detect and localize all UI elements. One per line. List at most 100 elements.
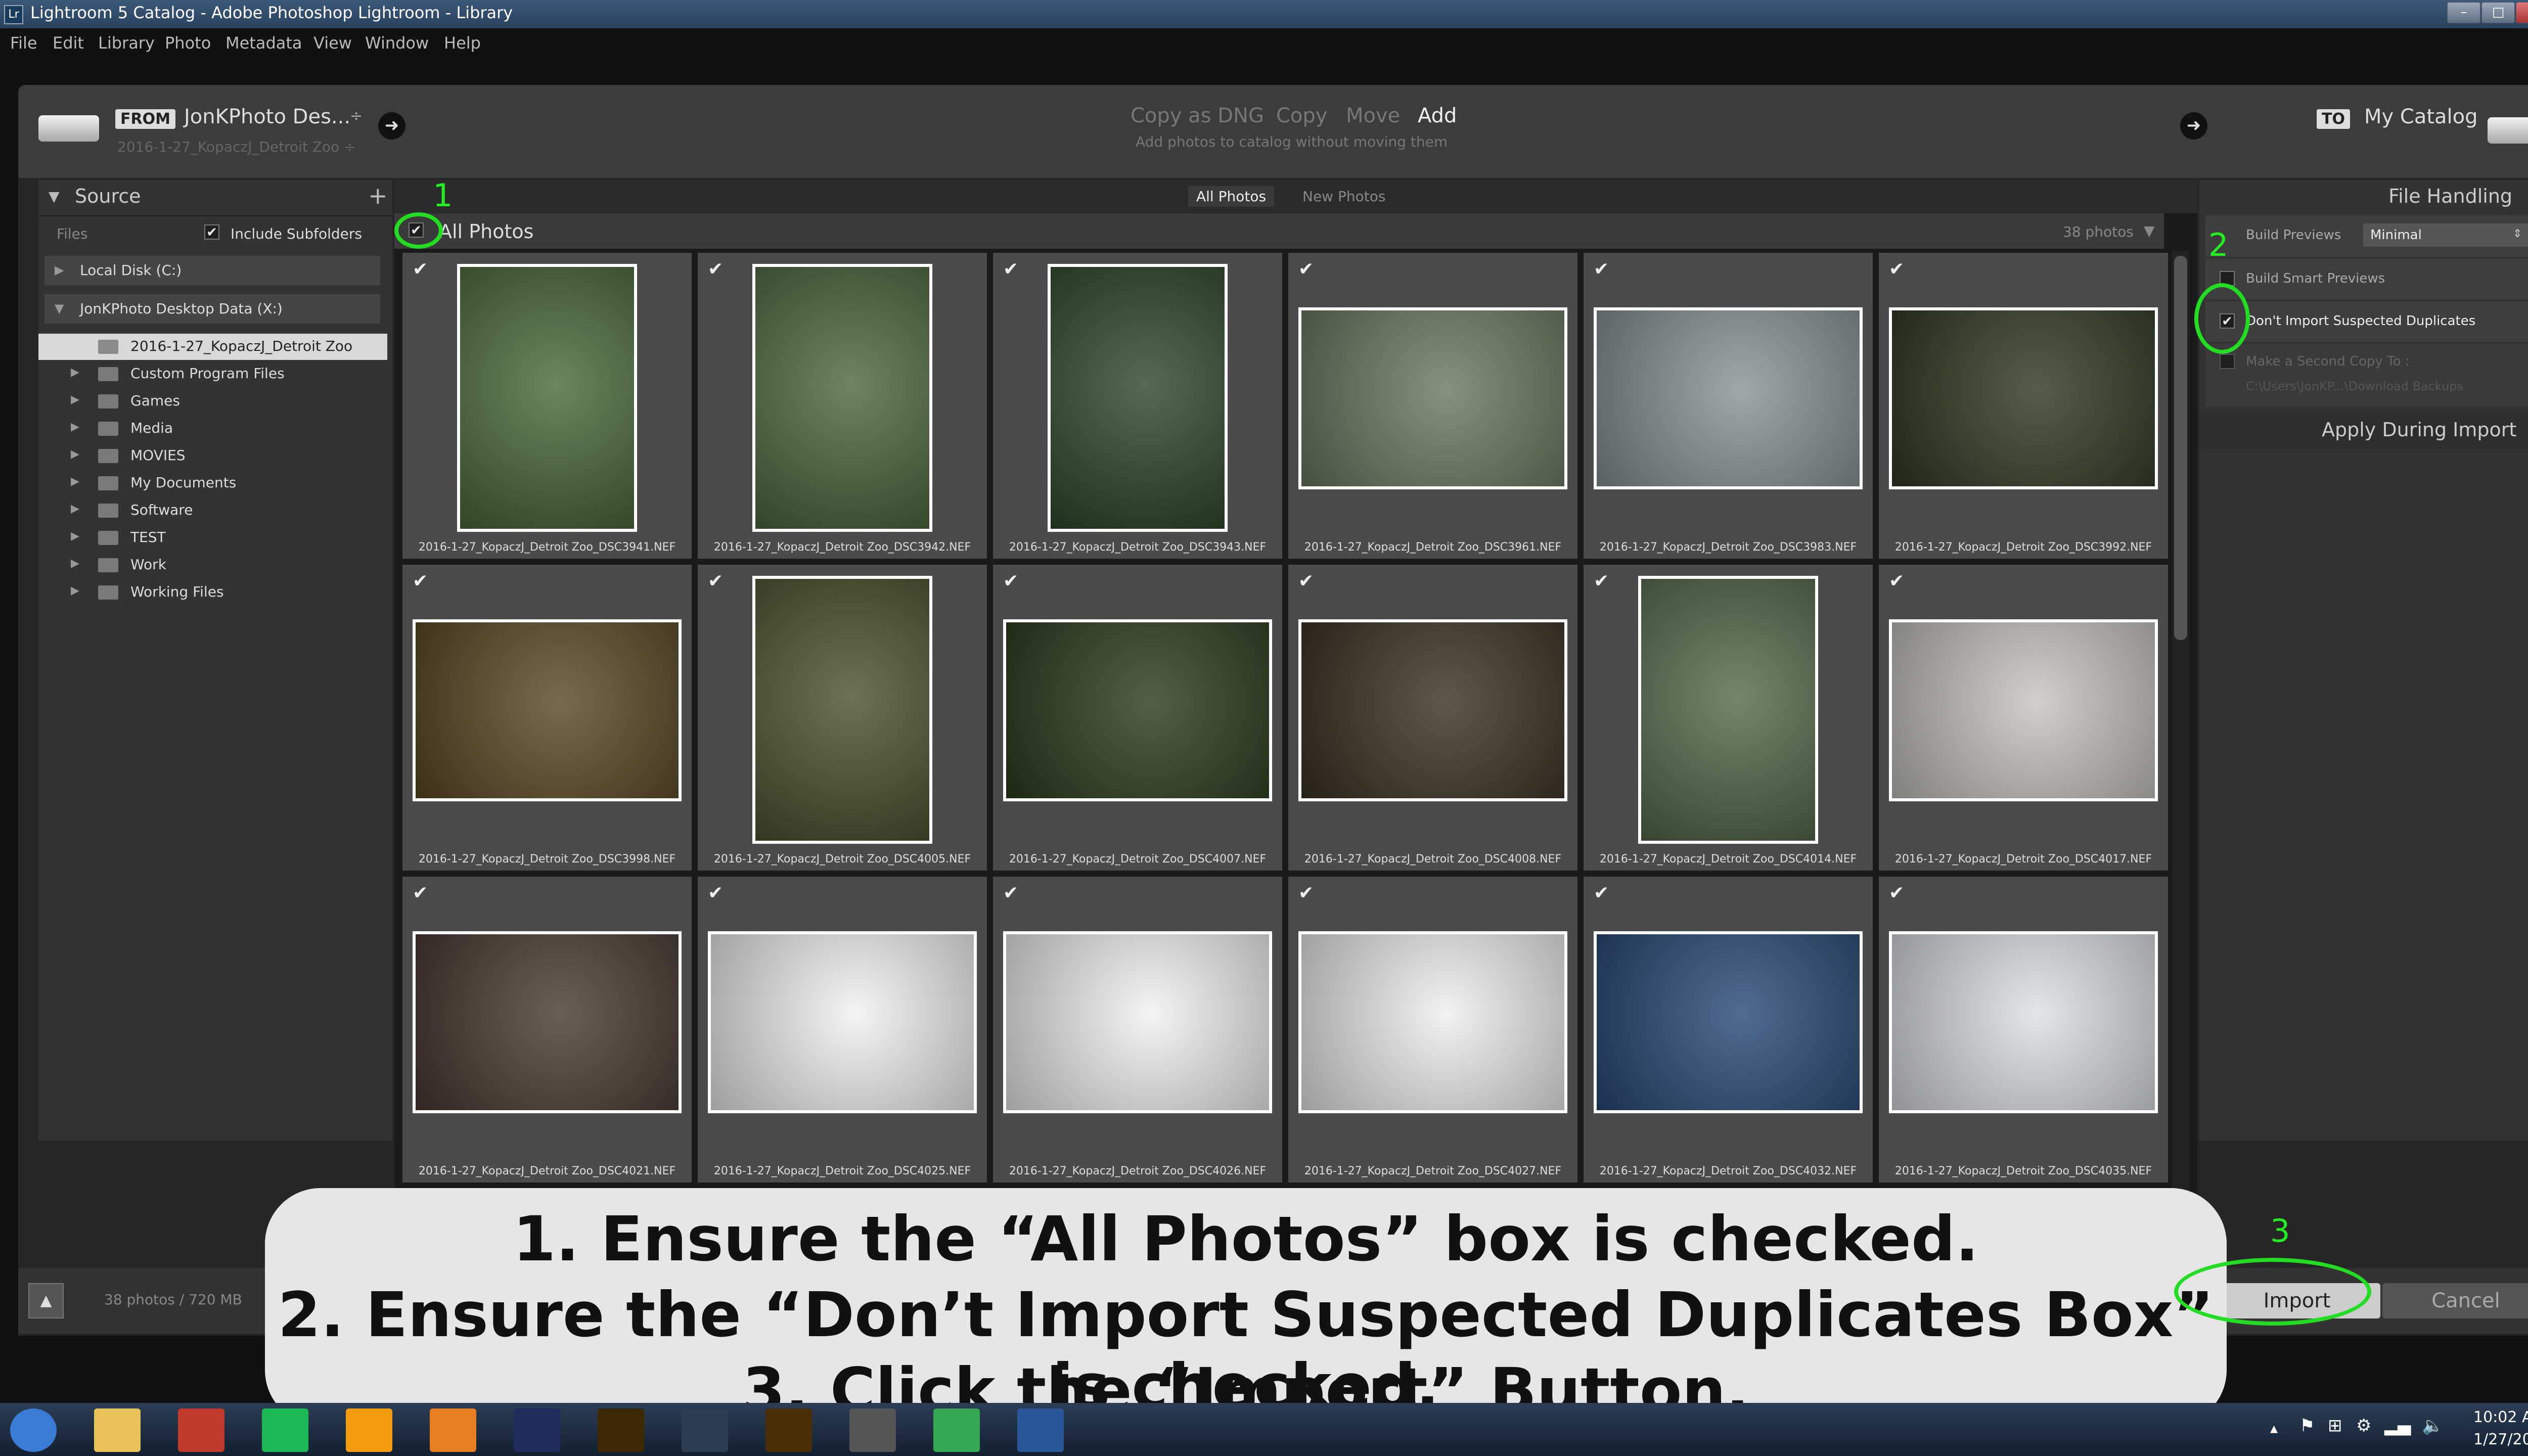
menu-photo[interactable]: Photo	[165, 33, 211, 53]
photo-image[interactable]	[752, 576, 932, 844]
scrollbar[interactable]	[2172, 251, 2189, 1252]
mode-move[interactable]: Move	[1346, 104, 1400, 127]
collapse-triangle-icon[interactable]: ▼	[55, 301, 64, 315]
flag-icon[interactable]: ⚑	[2299, 1416, 2315, 1436]
mode-copy-as-dng[interactable]: Copy as DNG	[1131, 104, 1264, 127]
sort-menu-icon[interactable]: ▼	[2144, 222, 2155, 239]
source-arrow-icon[interactable]: ➜	[378, 112, 405, 140]
source-name[interactable]: JonKPhoto Des...	[184, 105, 350, 128]
expand-icon[interactable]: ▲	[28, 1283, 64, 1318]
mode-copy[interactable]: Copy	[1276, 104, 1327, 127]
signal-icon[interactable]: ▂▄	[2384, 1416, 2411, 1436]
expand-triangle-icon[interactable]: ▶	[71, 448, 79, 461]
photo-thumbnail-cell[interactable]: ✔ 2016-1-27_KopaczJ_Detroit Zoo_DSC4026.N…	[993, 877, 1282, 1182]
expand-triangle-icon[interactable]: ▶	[71, 475, 79, 488]
menu-file[interactable]: File	[10, 33, 37, 53]
menu-view[interactable]: View	[313, 33, 352, 53]
menu-edit[interactable]: Edit	[53, 33, 84, 53]
photo-checkbox[interactable]: ✔	[708, 259, 723, 280]
folder-row[interactable]: ▶ Custom Program Files	[38, 361, 392, 387]
second-copy-checkbox[interactable]	[2220, 354, 2235, 369]
photo-checkbox[interactable]: ✔	[413, 571, 428, 592]
photo-thumbnail-cell[interactable]: ✔ 2016-1-27_KopaczJ_Detroit Zoo_DSC3992.N…	[1879, 253, 2168, 559]
start-taskbar-icon[interactable]	[10, 1408, 57, 1452]
scrollbar-thumb[interactable]	[2174, 256, 2187, 640]
chrome-taskbar-icon[interactable]	[933, 1408, 980, 1452]
add-source-icon[interactable]: +	[368, 182, 388, 209]
source-menu-icon[interactable]: ÷	[350, 107, 363, 125]
photo-image[interactable]	[1889, 619, 2158, 801]
photo-checkbox[interactable]: ✔	[708, 883, 723, 903]
menu-library[interactable]: Library	[98, 33, 155, 53]
expand-triangle-icon[interactable]: ▶	[55, 263, 64, 277]
photo-thumbnail-cell[interactable]: ✔ 2016-1-27_KopaczJ_Detroit Zoo_DSC4005.N…	[698, 565, 987, 871]
tab-all-photos[interactable]: All Photos	[1188, 186, 1275, 207]
photo-image[interactable]	[1298, 307, 1567, 489]
folder-row[interactable]: ▶ Media	[38, 416, 392, 442]
clock-time[interactable]: 10:02 AM	[2473, 1408, 2528, 1426]
photo-checkbox[interactable]: ✔	[1594, 571, 1609, 592]
photo-checkbox[interactable]: ✔	[1889, 571, 1904, 592]
apply-during-import-header[interactable]: Apply During Import ◀	[2199, 410, 2528, 449]
photo-image[interactable]	[413, 619, 682, 801]
photo-thumbnail-cell[interactable]: ✔ 2016-1-27_KopaczJ_Detroit Zoo_DSC3942.N…	[698, 253, 987, 559]
expand-triangle-icon[interactable]: ▶	[71, 366, 79, 379]
photo-image[interactable]	[752, 264, 932, 532]
photo-checkbox[interactable]: ✔	[1298, 259, 1314, 280]
tab-new-photos[interactable]: New Photos	[1294, 186, 1393, 207]
photo-checkbox[interactable]: ✔	[1003, 259, 1018, 280]
expand-triangle-icon[interactable]: ▶	[71, 503, 79, 515]
folder-row[interactable]: ▶ Software	[38, 497, 392, 524]
illustrator-taskbar-icon[interactable]	[598, 1408, 644, 1452]
collapse-triangle-icon[interactable]: ▼	[49, 188, 60, 205]
include-subfolders-checkbox[interactable]: ✔	[204, 224, 219, 240]
folder-row[interactable]: ▶ Work	[38, 552, 392, 578]
expand-triangle-icon[interactable]: ▶	[71, 421, 79, 433]
photo-image[interactable]	[1298, 619, 1567, 801]
photo-image[interactable]	[1889, 931, 2158, 1113]
folder-row[interactable]: ▶ Games	[38, 388, 392, 415]
photo-image[interactable]	[1889, 307, 2158, 489]
photo-image[interactable]	[413, 931, 682, 1113]
menu-help[interactable]: Help	[444, 33, 481, 53]
photo-checkbox[interactable]: ✔	[413, 259, 428, 280]
build-previews-select[interactable]: Minimal ⇕	[2363, 223, 2528, 247]
media-player-taskbar-icon[interactable]	[430, 1408, 476, 1452]
acrobat-taskbar-icon[interactable]	[849, 1408, 896, 1452]
menu-window[interactable]: Window	[365, 33, 429, 53]
photo-checkbox[interactable]: ✔	[1889, 259, 1904, 280]
photo-thumbnail-cell[interactable]: ✔ 2016-1-27_KopaczJ_Detroit Zoo_DSC3943.N…	[993, 253, 1282, 559]
network-icon[interactable]: ⚙	[2356, 1416, 2371, 1436]
photo-checkbox[interactable]: ✔	[1298, 571, 1314, 592]
destination-arrow-icon[interactable]: ➜	[2180, 112, 2207, 140]
photo-thumbnail-cell[interactable]: ✔ 2016-1-27_KopaczJ_Detroit Zoo_DSC4014.N…	[1584, 565, 1873, 871]
menu-metadata[interactable]: Metadata	[225, 33, 302, 53]
photo-thumbnail-cell[interactable]: ✔ 2016-1-27_KopaczJ_Detroit Zoo_DSC4008.N…	[1288, 565, 1577, 871]
photo-checkbox[interactable]: ✔	[1003, 883, 1018, 903]
photo-image[interactable]	[1298, 931, 1567, 1113]
photo-image[interactable]	[457, 264, 637, 532]
photo-checkbox[interactable]: ✔	[1003, 571, 1018, 592]
spotify-taskbar-icon[interactable]	[262, 1408, 308, 1452]
explorer-taskbar-icon[interactable]	[94, 1408, 141, 1452]
bridge-taskbar-icon[interactable]	[765, 1408, 812, 1452]
photo-thumbnail-cell[interactable]: ✔ 2016-1-27_KopaczJ_Detroit Zoo_DSC4007.N…	[993, 565, 1282, 871]
photo-image[interactable]	[1048, 264, 1228, 532]
tray-expand-icon[interactable]: ▴	[2270, 1420, 2278, 1437]
windows-icon[interactable]: ⊞	[2328, 1416, 2342, 1436]
mode-add[interactable]: Add	[1418, 104, 1457, 127]
photo-image[interactable]	[1003, 619, 1272, 801]
folder-row[interactable]: ▶ Working Files	[38, 579, 392, 606]
photo-thumbnail-cell[interactable]: ✔ 2016-1-27_KopaczJ_Detroit Zoo_DSC3998.N…	[402, 565, 692, 871]
vlc-taskbar-icon[interactable]	[346, 1408, 392, 1452]
photo-image[interactable]	[1594, 307, 1863, 489]
photo-thumbnail-cell[interactable]: ✔ 2016-1-27_KopaczJ_Detroit Zoo_DSC4025.N…	[698, 877, 987, 1182]
photo-thumbnail-cell[interactable]: ✔ 2016-1-27_KopaczJ_Detroit Zoo_DSC3941.N…	[402, 253, 692, 559]
data-drive-row[interactable]: ▼ JonKPhoto Desktop Data (X:)	[44, 294, 380, 324]
volume-icon[interactable]: 🔈	[2422, 1416, 2443, 1436]
photo-thumbnail-cell[interactable]: ✔ 2016-1-27_KopaczJ_Detroit Zoo_DSC3961.N…	[1288, 253, 1577, 559]
photo-image[interactable]	[1594, 931, 1863, 1113]
photo-checkbox[interactable]: ✔	[1594, 883, 1609, 903]
clock-date[interactable]: 1/27/2016	[2473, 1431, 2528, 1448]
photo-thumbnail-cell[interactable]: ✔ 2016-1-27_KopaczJ_Detroit Zoo_DSC4035.N…	[1879, 877, 2168, 1182]
